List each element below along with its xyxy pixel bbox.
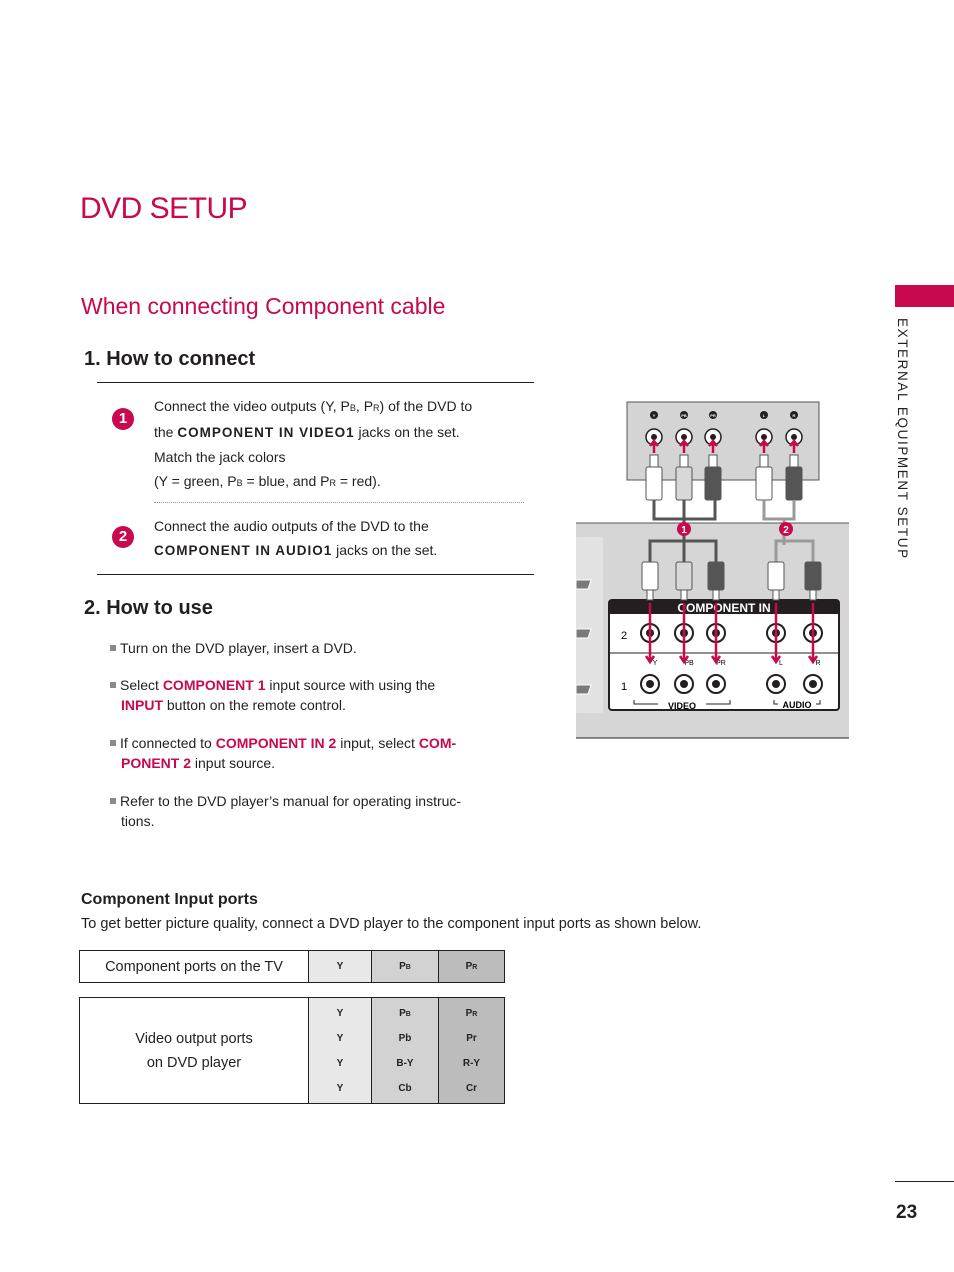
tv-jack-label: R: [815, 660, 820, 667]
use-bullet-2: Select COMPONENT 1 input source with usi…: [110, 675, 510, 715]
svg-text:PB: PB: [681, 413, 687, 418]
component-in-2-keyword: COMPONENT IN 2: [215, 735, 337, 751]
page-number: 23: [896, 1202, 918, 1223]
bullet-square-icon: [110, 645, 116, 651]
use-bullet-1: Turn on the DVD player, insert a DVD.: [110, 638, 510, 658]
how-to-connect-heading: 1. How to connect: [84, 348, 256, 370]
rca-plug: [785, 466, 803, 501]
dvd-col-pb: PB Pb B-Y Cb: [371, 997, 439, 1104]
row-label-2: 2: [621, 630, 627, 642]
rca-plug: [641, 561, 659, 591]
tv-ports-label: Component ports on the TV: [79, 950, 309, 983]
component-2-keyword: PONENT 2: [121, 755, 192, 771]
dvd-ports-label: Video output ports on DVD player: [79, 997, 309, 1104]
tv-jack-label: Y: [653, 660, 658, 667]
row-label-1: 1: [621, 681, 627, 693]
page-title: DVD SETUP: [80, 192, 248, 225]
bullet-square-icon: [110, 682, 116, 688]
tv-jack-label: L: [779, 660, 783, 667]
side-label: EXTERNAL EQUIPMENT SETUP: [895, 318, 917, 578]
rca-plug: [707, 561, 725, 591]
tv-port-pb: PB: [371, 950, 439, 983]
connection-diagram: Y PB PR L R 1 2 COMPONENT IN 2 1 VIDEO AUDIO…: [576, 401, 849, 739]
bullet-square-icon: [110, 798, 116, 804]
dvd-col-y: Y Y Y Y: [308, 997, 372, 1104]
input-keyword: INPUT: [121, 697, 163, 713]
component-in-video1-keyword: COMPONENT IN VIDEO1: [177, 425, 355, 440]
video-cable-top: [652, 500, 717, 521]
divider-top: [97, 382, 534, 383]
rca-plug: [675, 561, 693, 591]
audio-cable-top: [762, 500, 796, 521]
rca-plug: [804, 561, 822, 591]
rca-plug: [755, 466, 773, 501]
step-2-text: Connect the audio outputs of the DVD to …: [154, 518, 438, 558]
callout-1-text: 1: [681, 525, 687, 536]
component-1-keyword: COMPONENT 1: [162, 677, 266, 693]
tv-port-y: Y: [308, 950, 372, 983]
dvd-col-pr: PR Pr R-Y Cr: [438, 997, 505, 1104]
side-label-text: EXTERNAL EQUIPMENT SETUP: [895, 318, 910, 560]
rca-plug: [767, 561, 785, 591]
page-number-rule: [895, 1181, 954, 1182]
rca-plug: [675, 466, 693, 501]
svg-text:R: R: [793, 413, 796, 418]
how-to-use-heading: 2. How to use: [84, 597, 213, 619]
table-row: Video output ports on DVD player Y Y Y Y…: [79, 997, 505, 1104]
component-in-audio1-keyword: COMPONENT IN AUDIO1: [154, 543, 333, 558]
component-ports-heading: Component Input ports: [81, 891, 258, 908]
component-ports-description: To get better picture quality, connect a…: [81, 916, 702, 932]
svg-text:Y: Y: [653, 413, 656, 418]
use-bullet-3: If connected to COMPONENT IN 2 input, se…: [110, 733, 510, 773]
callout-2-text: 2: [783, 525, 789, 536]
divider-bottom: [97, 574, 534, 575]
rca-plug: [645, 466, 663, 501]
video-group-label: VIDEO: [668, 701, 696, 711]
step-separator: [154, 502, 524, 503]
component-in-panel: [608, 599, 840, 711]
tv-ports-table: Component ports on the TV Y PB PR: [79, 950, 505, 983]
use-bullet-4: Refer to the DVD player’s manual for ope…: [110, 791, 510, 831]
component-in-title: COMPONENT IN: [677, 601, 770, 615]
bullet-square-icon: [110, 740, 116, 746]
svg-text:PR: PR: [710, 413, 716, 418]
side-tab-marker: [895, 285, 954, 307]
dvd-ports-table: Video output ports on DVD player Y Y Y Y…: [79, 997, 505, 1104]
rca-plug: [704, 466, 722, 501]
section-title: When connecting Component cable: [81, 293, 446, 319]
table-row: Component ports on the TV Y PB PR: [79, 950, 505, 983]
step-1-badge: 1: [112, 408, 134, 430]
step-2-badge: 2: [112, 526, 134, 548]
tv-port-pr: PR: [438, 950, 505, 983]
audio-group-label: AUDIO: [783, 700, 812, 710]
step-1-text: Connect the video outputs (Y, PB, PR) of…: [154, 398, 473, 489]
